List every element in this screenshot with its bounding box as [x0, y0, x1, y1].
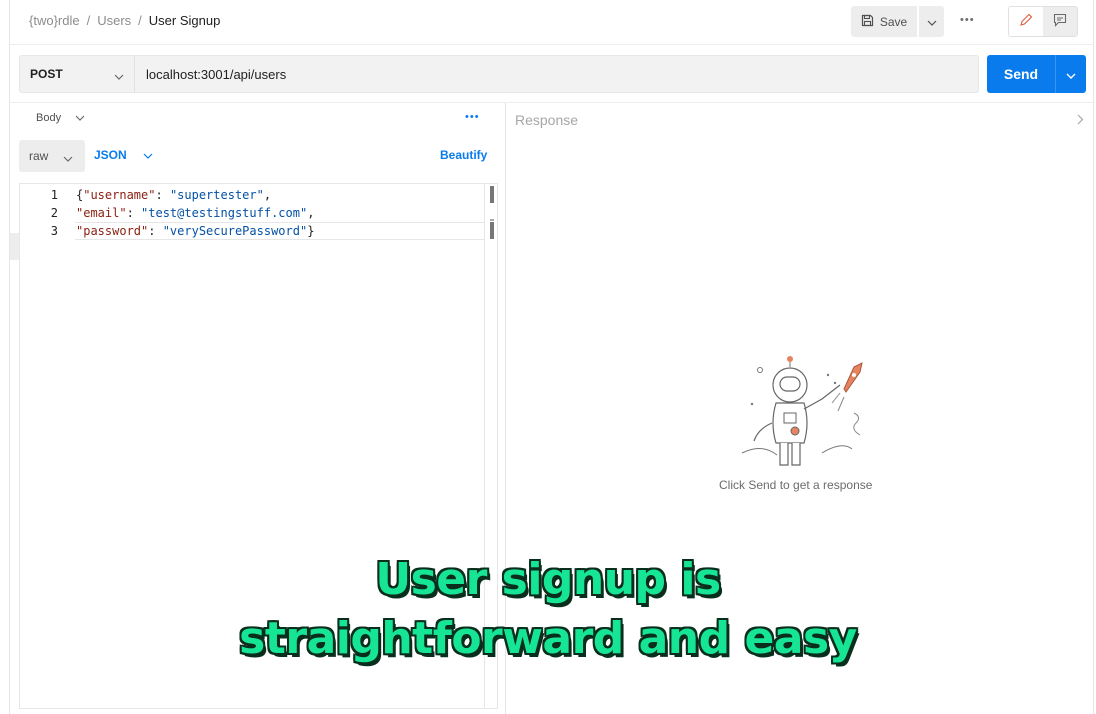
- json-comma: ,: [263, 188, 272, 202]
- url-bar: POST localhost:3001/api/users: [19, 55, 979, 93]
- body-more-button[interactable]: •••: [465, 111, 480, 123]
- comment-icon: [1053, 13, 1067, 30]
- url-input[interactable]: localhost:3001/api/users: [146, 67, 286, 82]
- chevron-down-icon: [143, 148, 153, 162]
- breadcrumb-request[interactable]: User Signup: [149, 13, 221, 28]
- body-format-select[interactable]: JSON: [94, 148, 153, 162]
- save-options-button[interactable]: [919, 6, 944, 37]
- breadcrumb: {two}rdle / Users / User Signup: [29, 13, 220, 28]
- scrollbar-thumb[interactable]: [490, 222, 494, 239]
- body-tab-label: Body: [36, 112, 62, 124]
- json-colon: :: [155, 188, 170, 202]
- breadcrumb-workspace[interactable]: {two}rdle: [29, 13, 80, 28]
- pencil-icon: [1019, 13, 1033, 30]
- code-line: "email": "test@testingstuff.com",: [76, 206, 314, 220]
- caption-line-1: User signup is: [375, 554, 721, 605]
- save-icon: [861, 14, 874, 30]
- edit-mode-button[interactable]: [1009, 7, 1043, 36]
- more-options-button[interactable]: •••: [960, 14, 975, 26]
- json-colon: :: [126, 206, 142, 220]
- scrollbar-marker: [490, 219, 494, 221]
- breadcrumb-separator: /: [138, 13, 142, 28]
- send-options-button[interactable]: [1055, 55, 1086, 93]
- beautify-button[interactable]: Beautify: [440, 148, 487, 162]
- body-format-label: JSON: [94, 148, 127, 162]
- json-colon: :: [148, 224, 163, 238]
- empty-response-hint: Click Send to get a response: [719, 478, 873, 492]
- view-mode-toggle: [1008, 6, 1078, 37]
- app-window: {two}rdle / Users / User Signup Save •••: [9, 0, 1095, 714]
- body-mode-select[interactable]: raw: [19, 140, 85, 172]
- breadcrumb-separator: /: [86, 13, 91, 28]
- send-button[interactable]: Send: [987, 55, 1055, 93]
- save-button[interactable]: Save: [851, 6, 917, 37]
- body-tab[interactable]: Body: [36, 112, 85, 124]
- json-key: "username": [83, 188, 156, 202]
- method-label: POST: [30, 67, 63, 81]
- save-group: Save: [851, 6, 944, 37]
- breadcrumb-collection[interactable]: Users: [97, 13, 131, 28]
- chevron-right-icon[interactable]: [1077, 113, 1084, 128]
- line-number: 1: [50, 188, 58, 202]
- chevron-down-icon: [1066, 67, 1076, 82]
- sidebar-edge: [10, 233, 19, 260]
- method-select[interactable]: POST: [20, 56, 135, 92]
- send-group: Send: [987, 55, 1086, 93]
- save-label: Save: [879, 14, 908, 29]
- json-value: "supertester": [169, 188, 264, 202]
- json-value: "verySecurePassword": [162, 224, 308, 238]
- comments-mode-button[interactable]: [1043, 7, 1077, 36]
- caption-line-2: straightforward and easy: [239, 613, 857, 664]
- json-key: "email": [76, 206, 127, 220]
- chevron-down-icon: [63, 151, 73, 165]
- chevron-down-icon: [114, 69, 124, 83]
- astronaut-illustration: [732, 353, 882, 476]
- chevron-down-icon: [927, 14, 937, 29]
- json-key: "password": [76, 224, 149, 238]
- chevron-down-icon: [75, 112, 85, 124]
- json-value: "test@testingstuff.com": [141, 206, 308, 220]
- line-number: 2: [50, 206, 58, 220]
- request-header: {two}rdle / Users / User Signup Save •••: [10, 0, 1093, 45]
- code-line: {"username": "supertester",: [76, 188, 271, 202]
- scrollbar-thumb[interactable]: [490, 186, 494, 203]
- response-title: Response: [515, 112, 579, 128]
- json-comma: ,: [307, 206, 315, 220]
- json-brace: }: [307, 224, 315, 238]
- line-number: 3: [50, 224, 58, 238]
- code-line: "password": "verySecurePassword"}: [76, 224, 314, 238]
- body-mode-label: raw: [29, 149, 49, 163]
